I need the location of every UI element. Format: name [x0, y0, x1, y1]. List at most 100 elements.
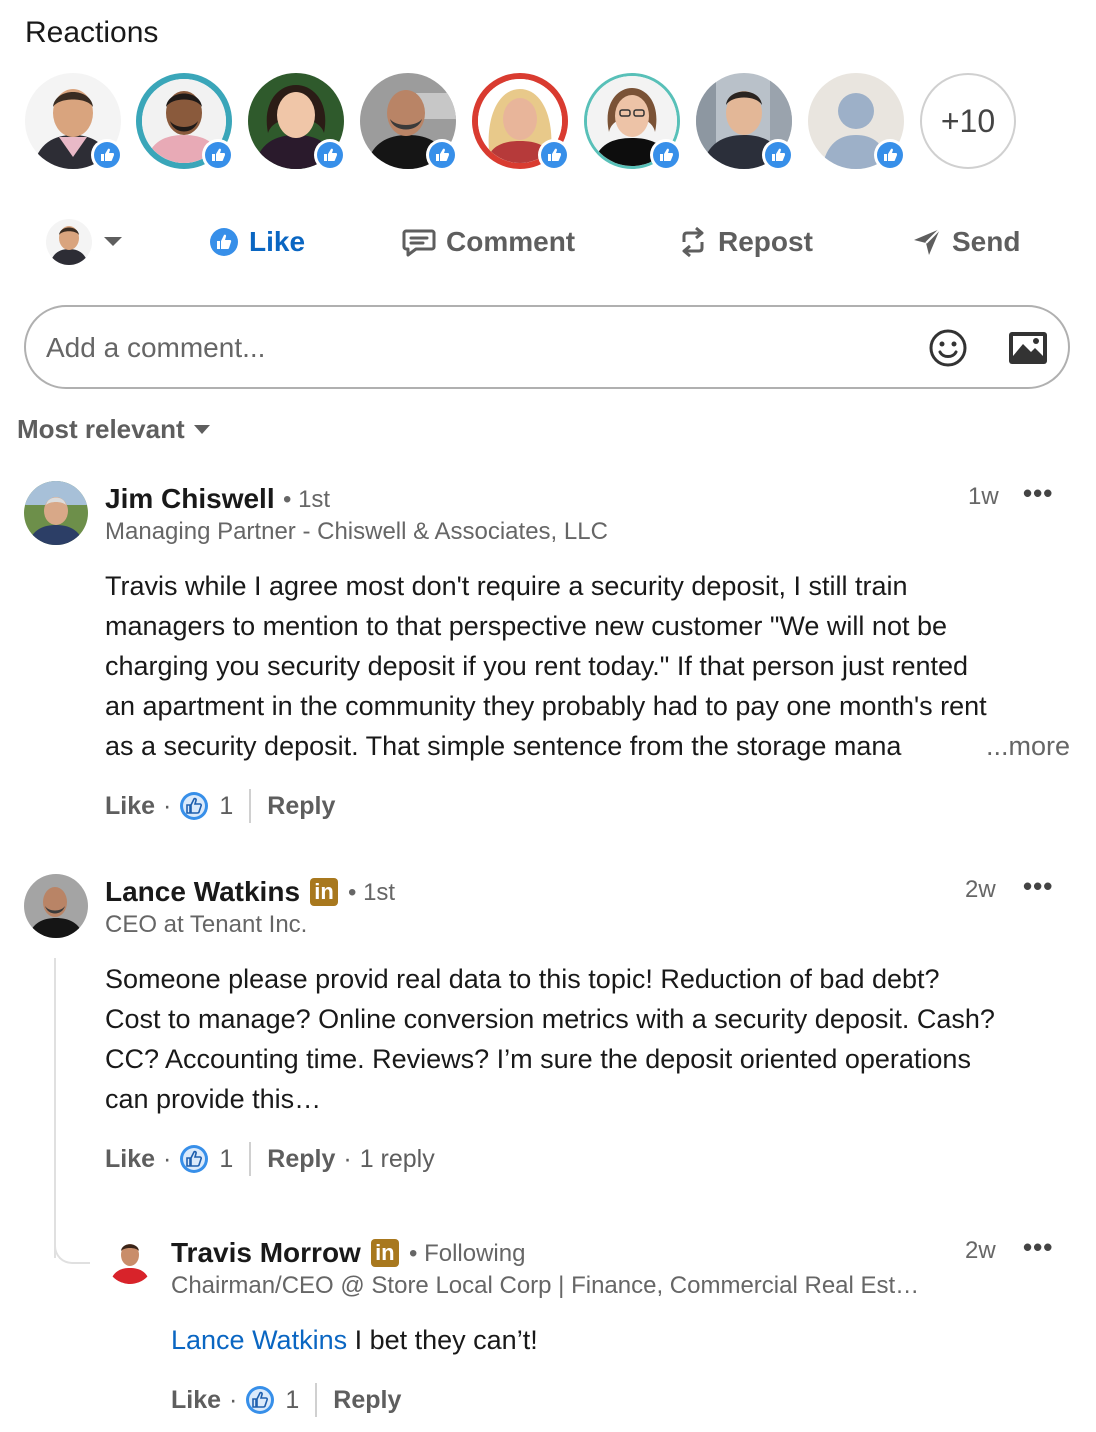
comment-like-button[interactable]: Like: [105, 792, 155, 821]
reply-actions: Like · 1 Reply: [171, 1383, 401, 1417]
actor-switcher[interactable]: [46, 219, 124, 265]
comment-line: can provide this…: [105, 1084, 322, 1114]
divider: [315, 1383, 318, 1417]
more-reactions-button[interactable]: +10: [920, 73, 1016, 169]
thumbs-up-icon: [884, 148, 897, 161]
thumbs-up-icon: [324, 148, 337, 161]
divider: [249, 1142, 252, 1176]
reactor-avatar[interactable]: [472, 73, 570, 171]
send-icon: [914, 228, 941, 255]
like-reaction-badge: [762, 139, 794, 171]
thumbs-up-icon: [772, 148, 785, 161]
comment-composer: [24, 305, 1070, 389]
repost-label: Repost: [718, 226, 813, 257]
comment-line: managers to mention to that perspective …: [105, 611, 947, 641]
comment-line: charging you security deposit if you ren…: [105, 651, 969, 681]
like-count[interactable]: 1: [219, 1145, 233, 1174]
replier-avatar[interactable]: [106, 1236, 154, 1284]
following-status: • Following: [409, 1240, 526, 1267]
comment-line: Cost to manage? Online conversion metric…: [105, 1004, 995, 1034]
replier-name[interactable]: Travis Morrow: [171, 1237, 361, 1269]
comment-line: Travis while I agree most don't require …: [105, 571, 908, 601]
see-more-link[interactable]: ...more: [967, 726, 1070, 766]
thumbs-up-icon: [246, 1386, 275, 1414]
comment-like-button[interactable]: Like: [105, 1145, 155, 1174]
reply-count-link[interactable]: 1 reply: [360, 1145, 435, 1174]
reactor-avatar[interactable]: [360, 73, 458, 171]
commenter-avatar[interactable]: [24, 481, 88, 545]
like-reaction-badge: [650, 139, 682, 171]
reactor-avatar[interactable]: [248, 73, 346, 171]
reply-text: Lance Watkins I bet they can’t!: [171, 1320, 538, 1360]
reply-button[interactable]: Reply: [333, 1386, 401, 1415]
comment-actions: Like · 1 Reply: [105, 789, 335, 823]
comment-timestamp: 1w: [968, 483, 999, 510]
thumbs-up-icon: [436, 148, 449, 161]
emoji-icon[interactable]: [928, 328, 968, 368]
more-dots-icon[interactable]: •••: [1023, 478, 1053, 509]
commenter-avatar[interactable]: [24, 874, 88, 938]
comment-input[interactable]: [46, 325, 906, 371]
repost-icon: [682, 226, 704, 258]
commenter-name[interactable]: Lance Watkins: [105, 876, 300, 908]
comment-text: Someone please provid real data to this …: [105, 959, 1075, 1119]
send-button[interactable]: Send: [912, 220, 1020, 264]
reply-timestamp: 2w: [965, 1237, 996, 1264]
comment-timestamp: 2w: [965, 876, 996, 903]
like-reaction-badge: [202, 139, 234, 171]
like-reaction-badge: [91, 139, 123, 171]
repost-button[interactable]: Repost: [678, 220, 813, 264]
thread-connector: [54, 1230, 90, 1264]
reactor-avatar[interactable]: [696, 73, 794, 171]
comment-line: an apartment in the community they proba…: [105, 691, 987, 721]
current-user-avatar: [46, 219, 92, 265]
comment-button[interactable]: Comment: [402, 220, 575, 264]
like-count[interactable]: 1: [285, 1386, 299, 1415]
comment-label: Comment: [446, 226, 576, 257]
commenter-headline: CEO at Tenant Inc.: [105, 911, 308, 938]
like-reaction-badge: [314, 139, 346, 171]
thread-line: [54, 958, 56, 1258]
image-icon[interactable]: [1007, 330, 1049, 366]
comment-icon: [402, 229, 436, 257]
divider: [249, 789, 252, 823]
reactions-title: Reactions: [25, 16, 159, 49]
mention-link[interactable]: Lance Watkins: [171, 1325, 347, 1355]
reactor-avatar[interactable]: [25, 73, 123, 171]
send-label: Send: [952, 226, 1021, 257]
reactor-avatar[interactable]: [584, 73, 682, 171]
reply-body: I bet they can’t!: [347, 1325, 538, 1355]
linkedin-premium-badge: in: [370, 1239, 399, 1267]
sort-label: Most relevant: [17, 414, 185, 444]
reactor-avatar[interactable]: [136, 73, 234, 171]
caret-down-icon: [104, 237, 122, 246]
thumbs-up-icon: [180, 792, 209, 820]
reply-like-button[interactable]: Like: [171, 1386, 221, 1415]
reply-button[interactable]: Reply: [267, 792, 335, 821]
like-button[interactable]: Like: [209, 220, 305, 264]
thumbs-up-icon: [180, 1145, 209, 1173]
like-reaction-badge: [874, 139, 906, 171]
comment-line: Someone please provid real data to this …: [105, 964, 940, 994]
connection-degree: • 1st: [283, 486, 331, 513]
thumbs-up-icon: [548, 148, 561, 161]
like-count[interactable]: 1: [219, 792, 233, 821]
comment-actions: Like · 1 Reply · 1 reply: [105, 1142, 435, 1176]
commenter-name-row: Lance Watkins in: [105, 876, 339, 908]
commenter-headline: Managing Partner - Chiswell & Associates…: [105, 518, 608, 545]
caret-down-icon: [193, 424, 210, 434]
like-reaction-badge: [426, 139, 458, 171]
thumbs-up-icon: [212, 148, 225, 161]
sort-dropdown[interactable]: Most relevant: [17, 414, 211, 445]
more-dots-icon[interactable]: •••: [1023, 1232, 1053, 1263]
replier-headline: Chairman/CEO @ Store Local Corp | Financ…: [171, 1272, 920, 1299]
reactor-avatar-placeholder[interactable]: [808, 73, 906, 171]
replier-name-row: Travis Morrow in: [171, 1237, 399, 1269]
commenter-name[interactable]: Jim Chiswell: [105, 483, 275, 515]
connection-degree: • 1st: [348, 879, 396, 906]
reply-button[interactable]: Reply: [267, 1145, 335, 1174]
comment-line: as a security deposit. That simple sente…: [105, 731, 902, 761]
thumbs-up-icon: [660, 148, 673, 161]
more-dots-icon[interactable]: •••: [1023, 871, 1053, 902]
like-reaction-badge: [538, 139, 570, 171]
